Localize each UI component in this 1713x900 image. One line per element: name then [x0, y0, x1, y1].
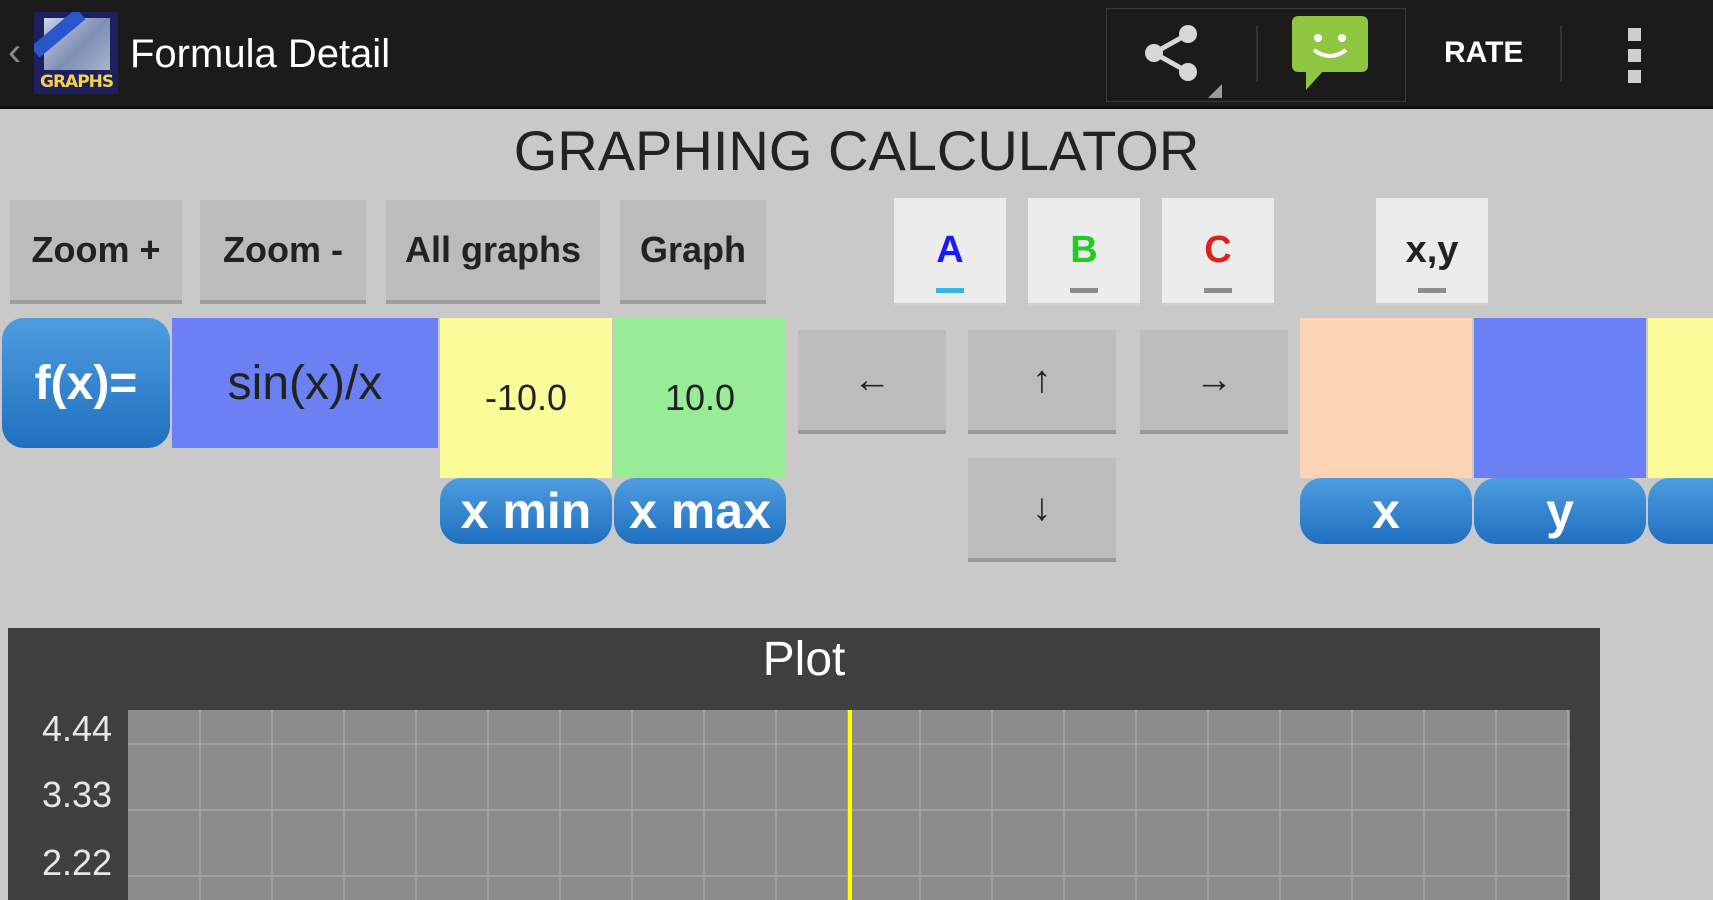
arrow-left-button[interactable]: ← — [798, 330, 946, 434]
tab-xy[interactable]: x,y — [1376, 198, 1488, 306]
arrow-right-button[interactable]: → — [1140, 330, 1288, 434]
divider — [1560, 26, 1562, 82]
y-coordinate-field[interactable] — [1474, 318, 1646, 478]
back-chevron-icon[interactable]: ‹ — [8, 32, 26, 72]
plot-area[interactable] — [128, 710, 1570, 900]
graph-button[interactable]: Graph — [620, 200, 766, 304]
app-logo[interactable]: GRAPHS — [34, 12, 118, 94]
arrow-up-button[interactable]: ↑ — [968, 330, 1116, 434]
tab-indicator — [936, 288, 964, 293]
screen-title: Formula Detail — [130, 32, 391, 76]
zoom-out-button[interactable]: Zoom - — [200, 200, 366, 304]
x-coordinate-field[interactable] — [1300, 318, 1472, 478]
message-icon[interactable] — [1290, 14, 1370, 94]
divider — [1256, 26, 1258, 82]
x-label-button[interactable]: x — [1300, 478, 1472, 544]
tab-a[interactable]: A — [894, 198, 1006, 306]
all-graphs-button[interactable]: All graphs — [386, 200, 600, 304]
extra-label-button[interactable] — [1648, 478, 1713, 544]
y-tick-label: 4.44 — [42, 708, 113, 749]
tab-b-label: B — [1070, 229, 1098, 271]
function-label-button[interactable]: f(x)= — [2, 318, 170, 448]
tab-c-label: C — [1204, 229, 1232, 271]
tab-indicator — [1070, 288, 1098, 293]
plot-grid — [128, 710, 1570, 900]
tab-c[interactable]: C — [1162, 198, 1274, 306]
zoom-in-button[interactable]: Zoom + — [10, 200, 182, 304]
page-title: GRAPHING CALCULATOR — [513, 119, 1200, 182]
y-tick-label: 2.22 — [42, 842, 113, 883]
tab-b[interactable]: B — [1028, 198, 1140, 306]
logo-text: GRAPHS — [40, 72, 114, 92]
share-dropdown-indicator — [1208, 84, 1222, 98]
xmax-field[interactable]: 10.0 — [614, 318, 786, 478]
y-label-button[interactable]: y — [1474, 478, 1646, 544]
rate-button[interactable]: RATE — [1444, 36, 1523, 70]
plot-title: Plot — [762, 633, 846, 686]
extra-coordinate-field[interactable] — [1648, 318, 1713, 478]
xmin-label-button[interactable]: x min — [440, 478, 612, 544]
expression-field[interactable]: sin(x)/x — [172, 318, 438, 448]
xmax-label-button[interactable]: x max — [614, 478, 786, 544]
tab-xy-label: x,y — [1405, 229, 1459, 271]
tab-indicator — [1204, 288, 1232, 293]
tab-a-label: A — [936, 229, 964, 271]
overflow-menu-icon[interactable] — [1628, 28, 1642, 84]
xmin-field[interactable]: -10.0 — [440, 318, 612, 478]
tab-indicator — [1418, 288, 1446, 293]
arrow-down-button[interactable]: ↓ — [968, 458, 1116, 562]
y-tick-label: 3.33 — [42, 774, 113, 815]
share-icon[interactable] — [1140, 22, 1204, 84]
